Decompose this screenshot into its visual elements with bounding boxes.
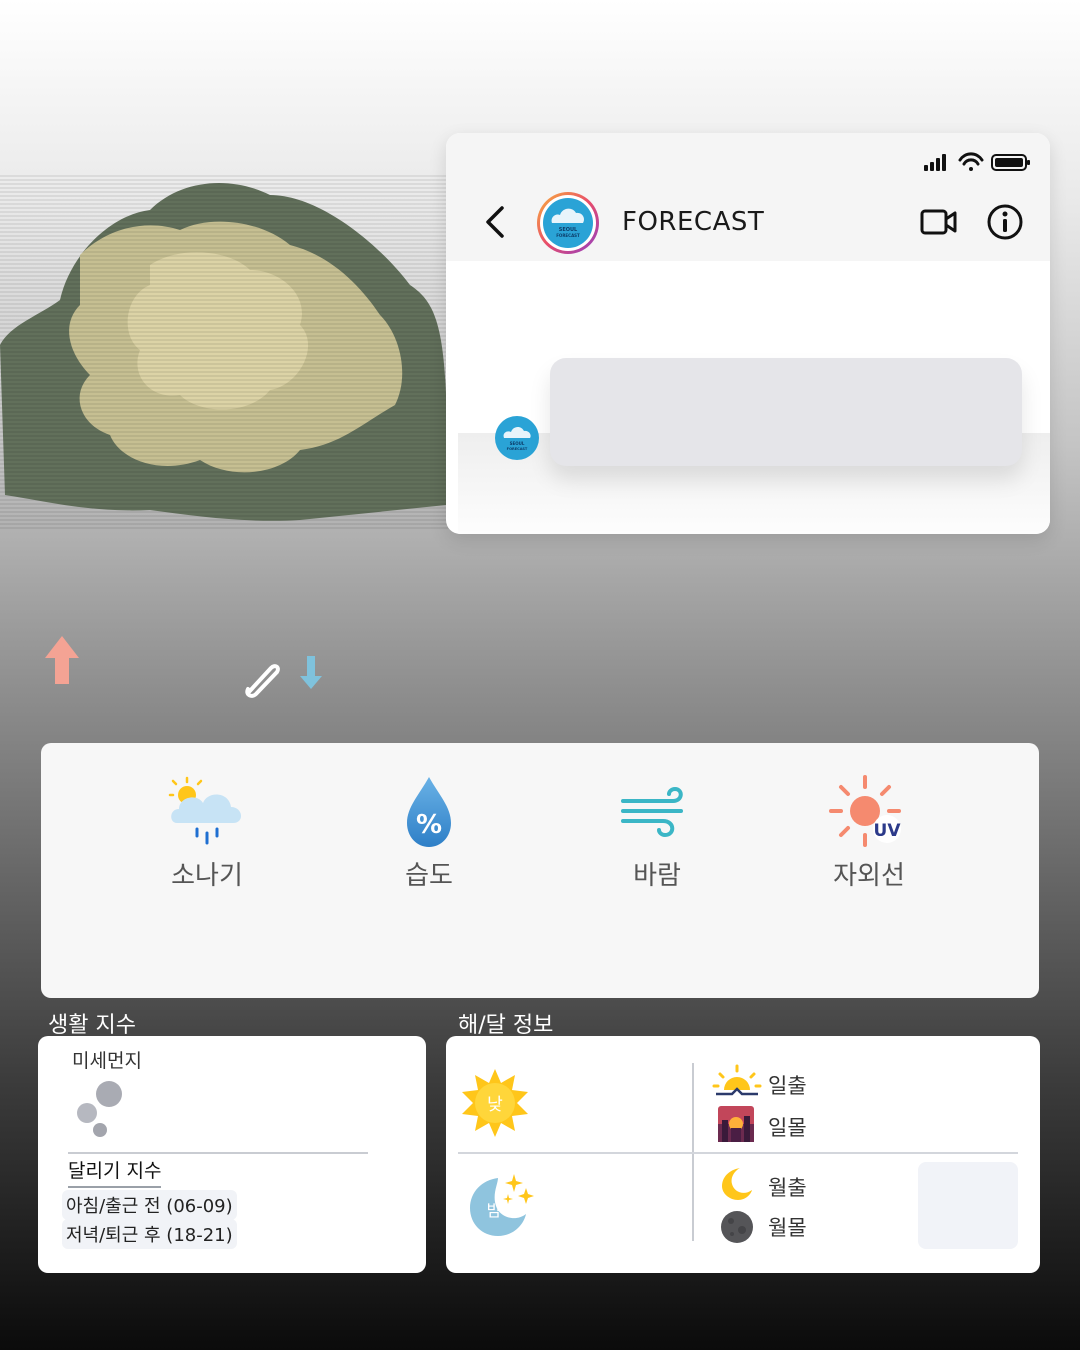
- svg-text:SEOUL: SEOUL: [510, 441, 525, 446]
- running-evening[interactable]: 저녁/퇴근 후 (18-21): [62, 1219, 237, 1249]
- sender-avatar[interactable]: SEOUL FORECAST: [494, 415, 540, 461]
- day-sun-icon: 낮: [462, 1069, 528, 1137]
- up-arrow-icon: [45, 636, 79, 684]
- weather-label: 자외선: [833, 861, 905, 891]
- moon-phase-placeholder: [918, 1162, 1018, 1249]
- wind-icon: [621, 786, 683, 838]
- battery-icon: [991, 154, 1030, 171]
- svg-text:FORECAST: FORECAST: [556, 233, 580, 238]
- divider: [68, 1152, 368, 1154]
- sun-moon-title: 해/달 정보: [458, 1013, 554, 1038]
- svg-text:밤: 밤: [487, 1201, 502, 1220]
- weather-label: 바람: [633, 861, 681, 891]
- rain-shower-icon: [168, 776, 242, 845]
- sunrise-icon: [712, 1064, 762, 1096]
- info-icon[interactable]: [986, 203, 1024, 241]
- moonrise-icon: [722, 1168, 752, 1200]
- signal-icon: [924, 154, 946, 171]
- status-bar-icons: [924, 152, 1030, 171]
- fine-dust-icon: [77, 1081, 122, 1137]
- message-bubble[interactable]: [550, 358, 1022, 466]
- cloud-illustration: [0, 175, 450, 530]
- svg-text:%: %: [416, 810, 442, 840]
- wifi-icon: [958, 152, 984, 171]
- night-moon-icon: 밤: [470, 1174, 534, 1236]
- svg-text:낮: 낮: [487, 1095, 503, 1115]
- humidity-drop-icon: %: [407, 777, 451, 847]
- weather-label: 소나기: [171, 861, 243, 891]
- moonset-label: 월몰: [768, 1216, 807, 1240]
- life-index-card: 미세먼지 달리기 지수 아침/출근 전 (06-09) 저녁/퇴근 후 (18-…: [38, 1036, 426, 1273]
- weather-item-wind[interactable]: 바람: [577, 773, 737, 892]
- seoul-forecast-avatar[interactable]: SEOUL FORECAST: [536, 191, 600, 255]
- running-morning[interactable]: 아침/출근 전 (06-09): [62, 1190, 237, 1220]
- weather-item-humidity[interactable]: % 습도: [349, 773, 509, 892]
- running-index-title: 달리기 지수: [68, 1156, 162, 1188]
- moonset-icon: [721, 1211, 753, 1243]
- svg-text:FORECAST: FORECAST: [507, 447, 528, 451]
- sun-moon-card: 낮 밤 일출 일몰 월출 월몰: [446, 1036, 1040, 1273]
- sunset-icon: [718, 1106, 754, 1142]
- life-index-title: 생활 지수: [48, 1013, 136, 1038]
- svg-text:UV: UV: [874, 821, 902, 841]
- down-arrow-icon: [300, 656, 322, 689]
- moonrise-label: 월출: [768, 1176, 807, 1200]
- sunset-label: 일몰: [768, 1116, 807, 1140]
- weather-label: 습도: [405, 861, 453, 891]
- weather-summary-card: 소나기 % 습도 바람 UV 자외선: [41, 743, 1039, 998]
- paperclip-icon[interactable]: [240, 658, 284, 700]
- chat-title: FORECAST: [622, 207, 765, 237]
- divider: [458, 1152, 1018, 1154]
- weather-item-uv[interactable]: UV 자외선: [789, 773, 949, 892]
- weather-item-shower[interactable]: 소나기: [127, 773, 287, 892]
- chat-screen-card: SEOUL FORECAST FORECAST SEOUL FORECAST: [446, 133, 1050, 534]
- sunrise-label: 일출: [768, 1074, 807, 1098]
- uv-sun-icon: UV: [829, 775, 902, 847]
- back-chevron-icon[interactable]: [482, 205, 508, 239]
- fine-dust-label: 미세먼지: [72, 1050, 142, 1072]
- video-call-icon[interactable]: [920, 207, 958, 237]
